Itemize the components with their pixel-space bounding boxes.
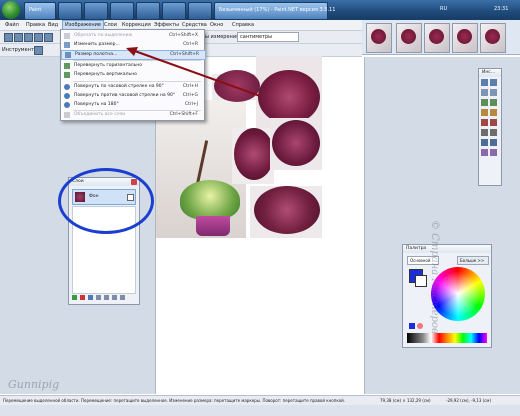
tools-panel-titlebar[interactable]: Инс... [479,69,501,77]
taskbar-quicklaunch-6[interactable] [188,2,212,20]
clone-stamp-icon[interactable] [490,129,497,136]
plant-leaves [180,180,240,220]
add-layer-icon[interactable] [72,295,77,300]
image-thumbnail[interactable] [424,23,450,53]
move-tool-icon[interactable] [490,79,497,86]
taskbar-quicklaunch-1[interactable] [58,2,82,20]
zoom-tool-icon[interactable] [481,99,488,106]
menu-file[interactable]: Файл [3,21,21,29]
taskbar-quicklaunch-5[interactable] [162,2,186,20]
menu-help[interactable]: Справка [230,21,256,29]
taskbar-quicklaunch-4[interactable] [136,2,160,20]
rotate-cw-icon [64,84,70,90]
ellipse-select-icon[interactable] [490,89,497,96]
select-tool-icon[interactable] [481,79,488,86]
taskbar-quicklaunch-2[interactable] [84,2,108,20]
beaded-flower [254,186,320,234]
text-tool-icon[interactable] [481,139,488,146]
palette-primary-mini [409,323,415,329]
menu-utilities[interactable]: Средства [180,21,209,29]
menu-edit[interactable]: Правка [24,21,47,29]
image-thumbnail[interactable] [366,23,392,53]
units-select[interactable]: сантиметры [237,32,299,42]
beaded-flower [234,128,274,180]
rotate-ccw-icon [64,93,70,99]
palette-panel-titlebar[interactable]: Палитра [403,245,491,253]
cut-icon[interactable] [44,33,53,42]
duplicate-layer-icon[interactable] [88,295,93,300]
merge-layer-icon[interactable] [96,295,101,300]
move-down-icon[interactable] [112,295,117,300]
layers-toolbar [72,294,134,302]
cursor-position-readout: -29,92 (см), -9,13 (см) [446,398,492,403]
reset-colors-icon[interactable] [417,323,423,329]
image-thumbnail[interactable] [480,23,506,53]
bucket-tool-icon[interactable] [481,109,488,116]
brush-tool-icon[interactable] [481,119,488,126]
new-file-icon[interactable] [4,33,13,42]
image-size-readout: 79,38 (см) × 132,29 (см) [380,398,431,403]
annotation-arrow [126,47,261,97]
beaded-flower [272,120,320,166]
taskbar-window-button[interactable]: Безымянный (17%) - Paint.NET версия 3.5.… [214,2,335,20]
plant-pot [196,216,230,236]
lasso-tool-icon[interactable] [481,89,488,96]
save-icon[interactable] [24,33,33,42]
rotate-180-icon [64,102,70,108]
delete-layer-icon[interactable] [80,295,85,300]
open-file-icon[interactable] [14,33,23,42]
flip-vertical-icon [64,72,70,78]
start-button[interactable] [2,1,20,19]
clock: 23:31 [494,6,509,12]
menu-item-flatten[interactable]: Объединить все слои Ctrl+Shift+F [61,111,204,119]
signature-watermark: Gunnipig [8,378,60,391]
line-tool-icon[interactable] [490,139,497,146]
gradient-tool-icon[interactable] [490,109,497,116]
taskbar-app-button[interactable]: Paint [24,2,56,20]
tools-grid [481,79,499,183]
bottom-bar [0,405,520,416]
color-wheel-center [435,271,481,317]
eraser-tool-icon[interactable] [490,119,497,126]
magic-wand-icon[interactable] [490,99,497,106]
menu-layers[interactable]: Слои [102,21,119,29]
palette-panel: Палитра Основной Больше >> [402,244,492,348]
tools-panel: Инс... [478,68,502,186]
flip-horizontal-icon [64,63,70,69]
menu-window[interactable]: Окно [208,21,225,29]
menu-item-crop-to-selection[interactable]: Обрезать по выделению Ctrl+Shift+X [61,32,204,40]
tool-label: Инструмент: [2,47,36,53]
site-watermark: © Страна Мастеров [429,220,440,334]
more-colors-button[interactable]: Больше >> [457,256,489,265]
recolor-tool-icon[interactable] [490,149,497,156]
menu-adjustments[interactable]: Коррекция [120,21,153,29]
shape-tool-icon[interactable] [481,149,488,156]
pencil-tool-icon[interactable] [481,129,488,136]
canvas-size-icon [65,52,71,58]
crop-icon [64,33,70,39]
layer-properties-icon[interactable] [120,295,125,300]
taskbar-quicklaunch-3[interactable] [110,2,134,20]
language-indicator[interactable]: RU [440,6,447,12]
print-icon[interactable] [34,33,43,42]
tool-selector-icon[interactable] [34,46,43,55]
flatten-icon [64,112,70,118]
annotation-circle [58,168,154,234]
menu-view[interactable]: Вид [46,21,60,29]
move-up-icon[interactable] [104,295,109,300]
units-label: ы измерения: [205,34,241,40]
image-thumbnail[interactable] [452,23,478,53]
menu-effects[interactable]: Эффекты [152,21,181,29]
image-thumbnail[interactable] [396,23,422,53]
resize-icon [64,42,70,48]
secondary-color-swatch[interactable] [415,275,427,287]
status-message: Перемещение выделенной области. Перемеще… [3,398,346,403]
palette-swatches[interactable] [407,333,487,343]
